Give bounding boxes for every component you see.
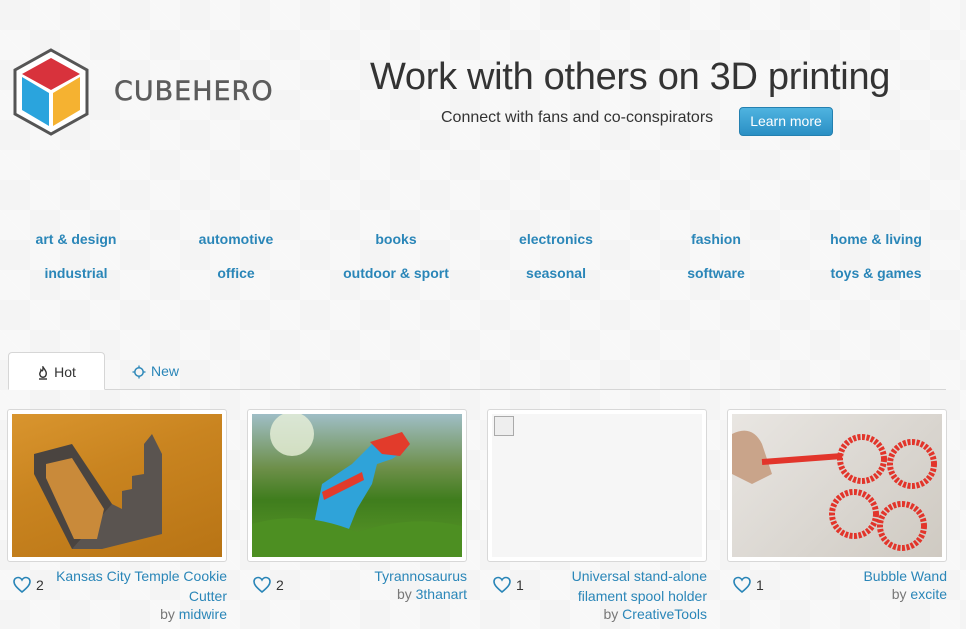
broken-image-icon (494, 416, 514, 436)
tyrannosaurus-image (252, 414, 462, 557)
category-automotive[interactable]: automotive (156, 225, 316, 253)
bubble-wand-image (732, 430, 937, 551)
model-thumbnail[interactable] (247, 409, 467, 562)
category-industrial[interactable]: industrial (0, 259, 156, 287)
category-art-design[interactable]: art & design (0, 225, 156, 253)
tab-hot-label: Hot (54, 364, 76, 380)
sort-tabs: Hot New (8, 352, 946, 390)
category-fashion[interactable]: fashion (636, 225, 796, 253)
model-title-line-1: Bubble Wand (863, 568, 947, 584)
hero-headline: Work with others on 3D printing (370, 56, 891, 98)
tab-new[interactable]: New (132, 352, 202, 390)
cookie-cutter-image (34, 434, 162, 549)
category-row-1: art & design automotive books electronic… (0, 225, 966, 259)
model-title-line-1: Kansas City Temple Cookie (56, 568, 227, 584)
model-card: 2 Tyrannosaurus by 3thanart (247, 409, 467, 622)
model-byline: by 3thanart (397, 586, 467, 602)
model-meta: 2 Kansas City Temple Cookie Cutter by mi… (7, 562, 227, 622)
like-count: 1 (756, 577, 764, 593)
heart-icon[interactable] (253, 576, 271, 594)
brand-name[interactable]: CUBEHERO (114, 76, 274, 108)
author-link[interactable]: 3thanart (416, 586, 467, 602)
cube-logo-icon[interactable] (12, 48, 90, 136)
model-title-line-1: Universal stand-alone (571, 568, 707, 584)
category-books[interactable]: books (316, 225, 476, 253)
model-thumbnail[interactable] (727, 409, 947, 562)
category-nav: art & design automotive books electronic… (0, 225, 966, 293)
model-title[interactable]: Universal stand-alone filament spool hol… (527, 566, 707, 606)
flame-icon (39, 366, 48, 380)
category-electronics[interactable]: electronics (476, 225, 636, 253)
model-image[interactable] (732, 414, 942, 557)
category-office[interactable]: office (156, 259, 316, 287)
heart-icon[interactable] (13, 576, 31, 594)
author-link[interactable]: midwire (179, 606, 227, 622)
like-count: 1 (516, 577, 524, 593)
hero-subline: Connect with fans and co-conspirators (441, 109, 714, 126)
category-row-2: industrial office outdoor & sport season… (0, 259, 966, 293)
like-count: 2 (36, 577, 44, 593)
model-title-line-2: Cutter (188, 588, 227, 604)
category-toys-games[interactable]: toys & games (796, 259, 956, 287)
model-title-line-1: Tyrannosaurus (374, 568, 467, 584)
model-card: 1 Universal stand-alone filament spool h… (487, 409, 707, 622)
heart-icon[interactable] (733, 576, 751, 594)
model-image[interactable] (492, 414, 702, 557)
tab-hot[interactable]: Hot (8, 352, 105, 390)
model-title[interactable]: Tyrannosaurus (287, 566, 467, 586)
author-link[interactable]: CreativeTools (622, 606, 707, 622)
model-title-line-2: filament spool holder (577, 588, 707, 604)
by-label: by (396, 586, 412, 602)
sun-icon (132, 365, 146, 379)
by-label: by (891, 586, 907, 602)
like-count: 2 (276, 577, 284, 593)
by-label: by (603, 606, 619, 622)
model-byline: by midwire (160, 606, 227, 622)
model-meta: 1 Universal stand-alone filament spool h… (487, 562, 707, 622)
learn-more-button[interactable]: Learn more (739, 107, 833, 136)
header: CUBEHERO Work with others on 3D printing… (0, 0, 966, 180)
category-software[interactable]: software (636, 259, 796, 287)
author-link[interactable]: excite (910, 586, 947, 602)
model-title[interactable]: Kansas City Temple Cookie Cutter (47, 566, 227, 606)
model-byline: by CreativeTools (603, 606, 707, 622)
model-card: 1 Bubble Wand by excite (727, 409, 947, 622)
tab-new-label: New (151, 363, 180, 379)
model-byline: by excite (892, 586, 947, 602)
model-meta: 2 Tyrannosaurus by 3thanart (247, 562, 467, 622)
model-thumbnail[interactable] (7, 409, 227, 562)
category-outdoor-sport[interactable]: outdoor & sport (316, 259, 476, 287)
model-card: 2 Kansas City Temple Cookie Cutter by mi… (7, 409, 227, 622)
category-seasonal[interactable]: seasonal (476, 259, 636, 287)
model-image[interactable] (12, 414, 222, 557)
model-image[interactable] (252, 414, 462, 557)
model-title[interactable]: Bubble Wand (767, 566, 947, 586)
model-thumbnail[interactable] (487, 409, 707, 562)
heart-icon[interactable] (493, 576, 511, 594)
by-label: by (160, 606, 175, 622)
model-meta: 1 Bubble Wand by excite (727, 562, 947, 622)
category-home-living[interactable]: home & living (796, 225, 956, 253)
